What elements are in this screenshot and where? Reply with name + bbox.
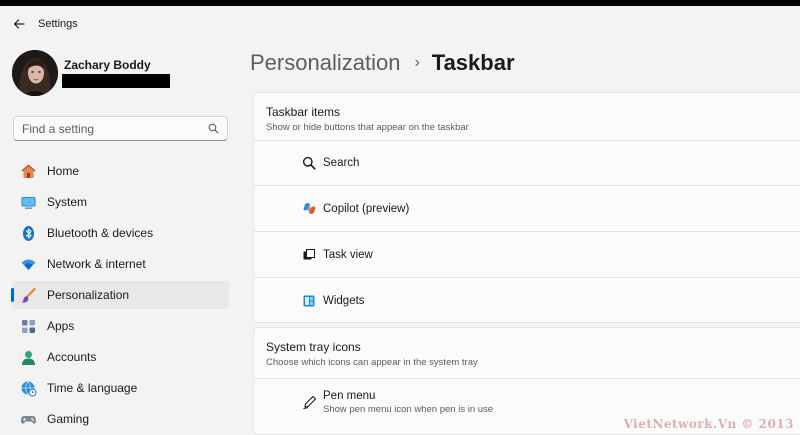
avatar[interactable] xyxy=(12,50,58,96)
sidebar-item-system[interactable]: System xyxy=(12,188,229,216)
taskbar-item-label: Widgets xyxy=(323,294,365,307)
watermark: VietNetwork.Vn © 2013 xyxy=(623,417,794,431)
page-title: Taskbar xyxy=(431,50,515,75)
apps-icon xyxy=(19,317,37,335)
sidebar-item-label: Apps xyxy=(47,319,75,333)
back-button[interactable] xyxy=(10,15,28,33)
taskbar-item-label: Search xyxy=(323,157,360,169)
section-title: Taskbar items xyxy=(266,105,341,119)
sidebar-item-label: Network & internet xyxy=(47,257,146,271)
home-icon xyxy=(19,162,37,180)
nav-list: Home System Bluetooth & devices Network … xyxy=(11,157,229,435)
tray-item-description: Show pen menu icon when pen is in use xyxy=(323,403,494,415)
redacted-email xyxy=(62,74,170,88)
user-profile[interactable]: Zachary Boddy xyxy=(12,50,170,96)
taskbar-item-search[interactable]: Search xyxy=(254,141,800,186)
sidebar-item-personalization[interactable]: Personalization xyxy=(11,281,229,309)
widgets-icon xyxy=(301,293,317,309)
app-title: Settings xyxy=(38,18,78,30)
bluetooth-icon xyxy=(19,224,37,242)
section-title: System tray icons xyxy=(266,340,361,354)
sidebar-item-bluetooth[interactable]: Bluetooth & devices xyxy=(12,219,229,247)
sidebar-item-gaming[interactable]: Gaming xyxy=(12,405,229,433)
sidebar-item-label: Accounts xyxy=(47,350,97,364)
sidebar-item-label: Time & language xyxy=(47,381,138,395)
system-icon xyxy=(19,193,37,211)
sidebar-item-label: System xyxy=(47,195,88,209)
brush-icon xyxy=(19,286,37,304)
section-subtitle: Show or hide buttons that appear on the … xyxy=(266,122,469,133)
taskbar-item-task-view[interactable]: Task view xyxy=(254,232,800,278)
sidebar-item-label: Personalization xyxy=(47,288,130,302)
tray-item-label: Pen menu xyxy=(323,389,376,402)
taskbar-item-label: Copilot (preview) xyxy=(323,202,410,215)
breadcrumb-parent[interactable]: Personalization xyxy=(250,50,400,76)
globe-clock-icon xyxy=(19,379,37,397)
sidebar-item-label: Bluetooth & devices xyxy=(47,226,154,240)
search-input[interactable] xyxy=(22,121,192,136)
pen-icon xyxy=(301,394,317,410)
user-name: Zachary Boddy xyxy=(64,58,151,72)
title-bar: Settings xyxy=(0,6,800,42)
sidebar-item-accounts[interactable]: Accounts xyxy=(12,343,229,371)
sidebar-item-label: Home xyxy=(47,164,80,178)
search-icon xyxy=(301,155,317,171)
gamepad-icon xyxy=(19,410,37,428)
search-icon xyxy=(208,123,219,134)
wifi-icon xyxy=(19,255,37,273)
sidebar-item-label: Gaming xyxy=(47,412,90,426)
sidebar-item-network[interactable]: Network & internet xyxy=(12,250,229,278)
back-arrow-icon xyxy=(13,19,25,29)
system-tray-header[interactable]: System tray icons Choose which icons can… xyxy=(254,328,800,379)
sidebar-item-apps[interactable]: Apps xyxy=(12,312,229,340)
sidebar-item-home[interactable]: Home xyxy=(12,157,229,185)
taskbar-items-header[interactable]: Taskbar items Show or hide buttons that … xyxy=(254,93,800,141)
taskbar-item-copilot[interactable]: Copilot (preview) xyxy=(254,186,800,232)
sidebar-item-time-language[interactable]: Time & language xyxy=(12,374,229,402)
user-photo-icon xyxy=(12,50,58,96)
section-subtitle: Choose which icons can appear in the sys… xyxy=(266,357,478,368)
copilot-icon xyxy=(301,201,317,217)
accounts-icon xyxy=(19,348,37,366)
sidebar: Zachary Boddy Home System Bluetooth & de… xyxy=(0,42,240,435)
breadcrumb: Personalization › Taskbar xyxy=(250,50,515,76)
task-view-icon xyxy=(301,247,317,263)
breadcrumb-separator: › xyxy=(414,54,420,71)
taskbar-item-label: Task view xyxy=(323,248,373,261)
taskbar-item-widgets[interactable]: Widgets xyxy=(254,278,800,323)
taskbar-items-card: Taskbar items Show or hide buttons that … xyxy=(253,92,800,323)
search-box[interactable] xyxy=(13,116,228,141)
